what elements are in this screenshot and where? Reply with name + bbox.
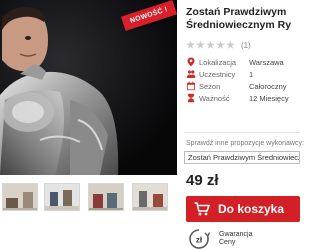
product-photo[interactable]: NOWOŚĆ !: [0, 0, 177, 175]
detail-value: 12 Miesięcy: [249, 93, 289, 103]
guarantee-text: Gwarancja Ceny: [219, 231, 252, 247]
price: 49 zł: [186, 172, 219, 189]
rating[interactable]: (1): [186, 40, 251, 50]
calendar-icon: [187, 81, 195, 91]
guarantee-icon-text: zł: [196, 236, 203, 245]
detail-value: Warszawa: [249, 57, 284, 67]
divider: [184, 132, 300, 133]
thumbnail-4[interactable]: [132, 183, 168, 211]
detail-label: Uczestnicy: [199, 69, 236, 79]
location-pin-icon: [187, 57, 195, 67]
detail-location: Lokalizacja Warszawa: [186, 57, 284, 67]
other-offers-label: Sprawdź inne propozycje wykonawcy:: [186, 140, 304, 147]
thumbnail-2[interactable]: [44, 183, 80, 211]
detail-label: Ważność: [199, 93, 230, 103]
other-offers-select[interactable]: Zostań Prawdziwym Średniowieczn: [184, 151, 300, 164]
detail-participants: Uczestnicy 1: [186, 69, 253, 79]
detail-label: Sezon: [199, 81, 221, 91]
hourglass-icon: [188, 93, 194, 103]
thumbnail-3[interactable]: [88, 183, 124, 211]
product-title-line-1: Zostań Prawdziwym: [186, 6, 287, 18]
star-icon: [186, 40, 195, 49]
add-to-cart-button[interactable]: Do koszyka: [186, 196, 300, 222]
knight-image: [0, 0, 177, 175]
product-title-line-2: Średniowiecznym Ry: [186, 19, 292, 31]
cart-icon: [194, 202, 210, 216]
rating-count: (1): [241, 40, 251, 50]
people-icon: [186, 70, 196, 78]
star-icon: [216, 40, 225, 49]
star-icon: [206, 40, 215, 49]
guarantee-line-1: Gwarancja: [219, 231, 253, 238]
detail-value: Całoroczny: [249, 81, 287, 91]
detail-label: Lokalizacja: [199, 57, 237, 67]
thumbnail-strip: [2, 183, 174, 211]
detail-season: Sezon Całoroczny: [186, 81, 287, 91]
price-guarantee-icon: zł: [189, 229, 211, 249]
add-to-cart-label: Do koszyka: [218, 202, 285, 216]
star-icon: [226, 40, 235, 49]
guarantee-line-2: Ceny: [219, 239, 236, 246]
thumbnail-1[interactable]: [2, 183, 38, 211]
detail-value: 1: [249, 69, 254, 79]
price-guarantee: zł Gwarancja Ceny: [186, 228, 252, 250]
detail-validity: Ważność 12 Miesięcy: [186, 93, 289, 103]
star-icon: [196, 40, 205, 49]
product-title: Zostań Prawdziwym Średniowiecznym Ry: [186, 6, 300, 32]
